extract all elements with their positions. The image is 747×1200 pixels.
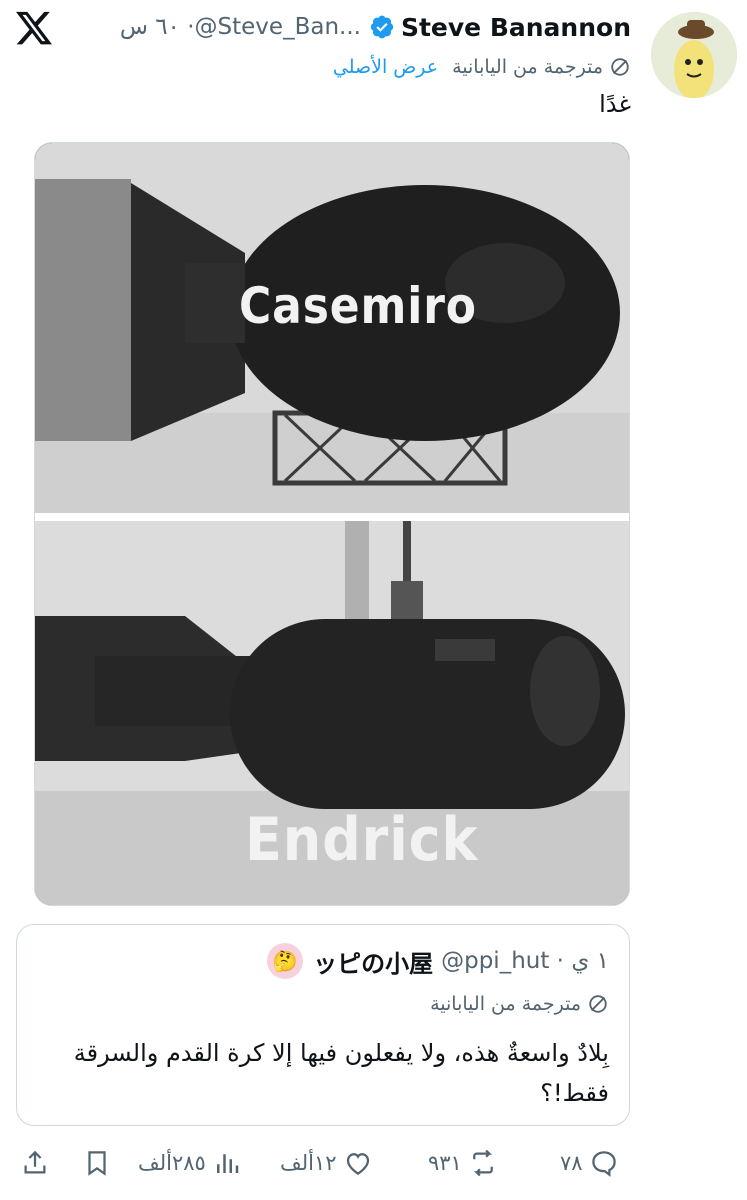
bomb-photo-bottom[interactable]: Endrick: [35, 521, 629, 905]
tweet-text: غدًا: [599, 90, 631, 118]
verified-badge-icon: [370, 15, 394, 39]
tweet-action-bar: ٧٨ ٩٣١ ١٢ألف ٢٨٥ألف: [0, 1140, 747, 1186]
reply-button[interactable]: ٧٨: [560, 1140, 619, 1186]
like-count: ١٢ألف: [280, 1151, 337, 1175]
reply-count: ٧٨: [560, 1151, 583, 1175]
bomb-label-casemiro: Casemiro: [239, 277, 477, 335]
quote-text: بِلادٌ واسعةٌ هذه، ولا يفعلون فيها إلا ك…: [73, 1039, 609, 1107]
quote-translation-notice: مترجمة من اليابانية: [430, 993, 609, 1015]
repost-icon: [472, 1149, 493, 1177]
share-button[interactable]: [20, 1140, 50, 1186]
translate-icon: [611, 58, 629, 76]
tweet-header: ٦٠ س ·@Steve_Ban... Steve Banannon: [120, 10, 631, 44]
quote-author-name[interactable]: ッピの小屋: [313, 944, 433, 979]
bookmark-button[interactable]: [82, 1140, 112, 1186]
bomb-label-endrick: Endrick: [245, 805, 479, 875]
quote-translated-from-label: مترجمة من اليابانية: [430, 993, 581, 1015]
reply-icon: [591, 1151, 616, 1177]
heart-icon: [346, 1153, 369, 1175]
quote-author-handle-time[interactable]: @ppi_hut · ١ ي: [441, 948, 609, 974]
bomb-photo-top[interactable]: Casemiro: [35, 143, 629, 513]
analytics-icon: [216, 1154, 239, 1173]
avatar[interactable]: [651, 12, 737, 98]
view-count: ٢٨٥ألف: [138, 1151, 206, 1175]
share-icon: [24, 1150, 46, 1174]
views-button[interactable]: ٢٨٥ألف: [138, 1140, 242, 1186]
repost-count: ٩٣١: [428, 1151, 462, 1175]
quote-avatar[interactable]: 🤔: [267, 943, 304, 979]
x-logo-icon[interactable]: [14, 8, 54, 48]
repost-button[interactable]: ٩٣١: [428, 1140, 498, 1186]
author-handle-time[interactable]: ٦٠ س ·@Steve_Ban...: [120, 14, 361, 40]
tweet-media[interactable]: Casemiro Endrick: [34, 142, 630, 906]
bookmark-icon: [88, 1151, 106, 1176]
author-display-name[interactable]: Steve Banannon: [401, 13, 631, 42]
translation-notice: مترجمة من اليابانية عرض الأصلي: [333, 52, 631, 82]
translate-icon: [589, 995, 607, 1013]
quote-header: 🤔 ッピの小屋 @ppi_hut · ١ ي: [267, 941, 609, 981]
show-original-link[interactable]: عرض الأصلي: [333, 56, 438, 78]
quoted-tweet[interactable]: 🤔 ッピの小屋 @ppi_hut · ١ ي مترجمة من اليابان…: [16, 924, 630, 1126]
like-button[interactable]: ١٢ألف: [280, 1140, 373, 1186]
translated-from-label: مترجمة من اليابانية: [452, 56, 603, 78]
